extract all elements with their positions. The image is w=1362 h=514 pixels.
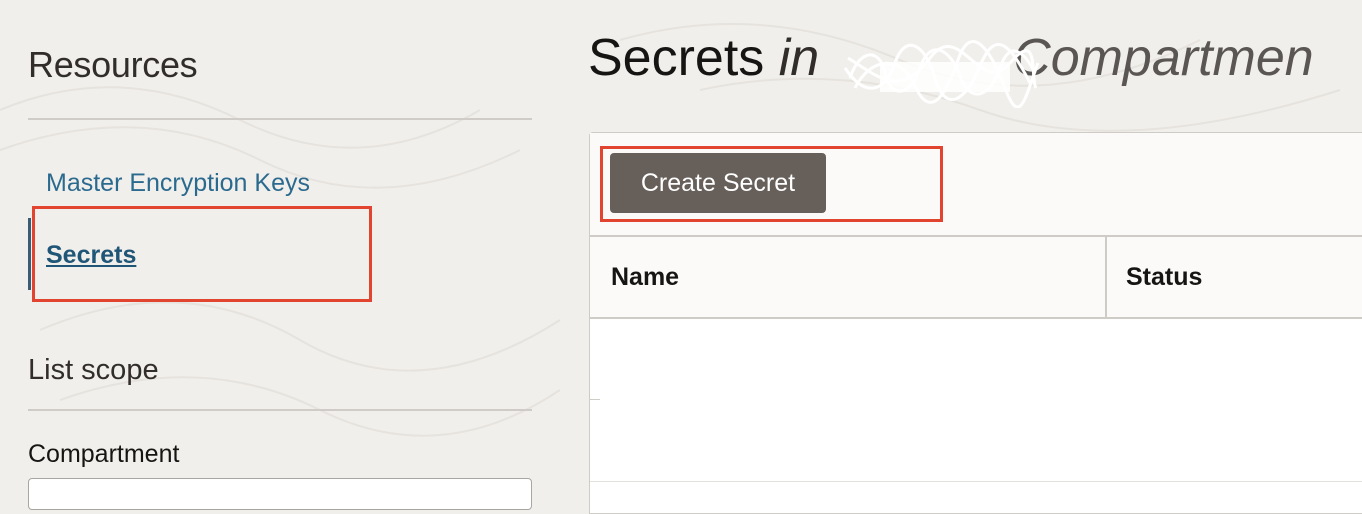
highlight-box-secrets-nav	[32, 206, 372, 302]
active-indicator	[28, 218, 31, 290]
resources-divider	[28, 118, 532, 120]
list-scope-title: List scope	[28, 354, 159, 386]
highlight-box-create-button	[600, 146, 943, 222]
column-separator	[1105, 237, 1107, 317]
page-title-main: Secrets	[588, 29, 765, 87]
row-tick	[590, 399, 600, 400]
compartment-label: Compartment	[28, 440, 180, 468]
redaction-scribble	[843, 40, 1040, 108]
resources-title: Resources	[28, 44, 198, 85]
page-title-in: in	[778, 29, 820, 87]
compartment-select[interactable]	[28, 478, 532, 510]
list-scope-divider	[28, 409, 532, 411]
column-header-status[interactable]: Status	[1126, 237, 1202, 317]
column-header-name[interactable]: Name	[611, 237, 679, 317]
table-bottom-line	[590, 481, 1362, 482]
page-title-compartment: Compartmen	[1013, 29, 1314, 87]
table-header: Name Status	[590, 237, 1362, 319]
sidebar-item-master-encryption-keys[interactable]: Master Encryption Keys	[46, 169, 310, 198]
